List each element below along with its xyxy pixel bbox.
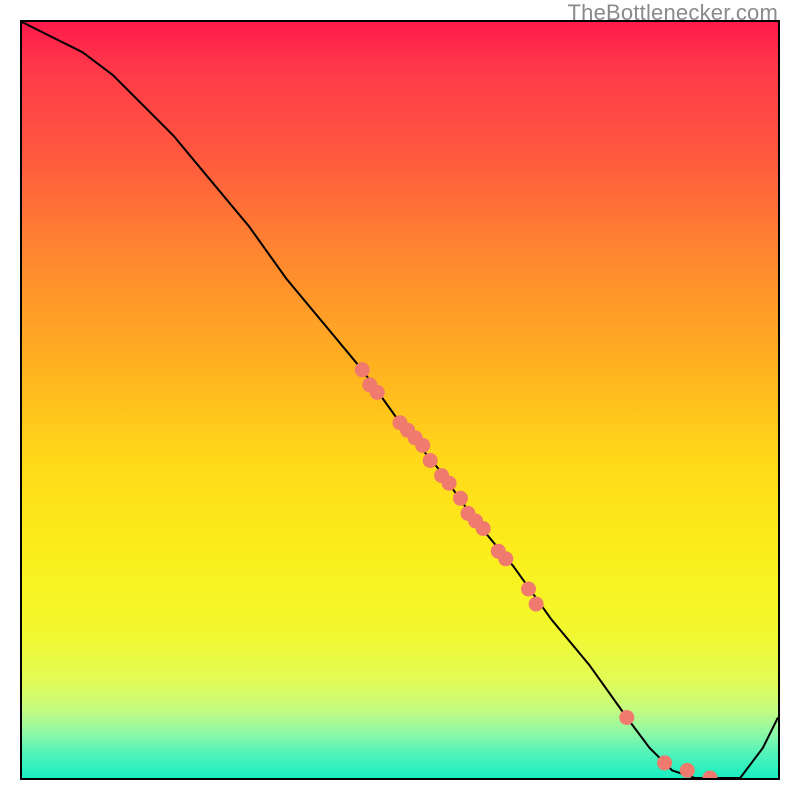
scatter-points (355, 362, 718, 778)
data-point (529, 597, 544, 612)
data-point (657, 755, 672, 770)
data-point (453, 491, 468, 506)
data-point (619, 710, 634, 725)
data-point (415, 438, 430, 453)
data-point (355, 362, 370, 377)
data-point (423, 453, 438, 468)
bottleneck-chart: TheBottlenecker.com (0, 0, 800, 800)
chart-svg (22, 22, 778, 778)
data-point (498, 551, 513, 566)
plot-area (20, 20, 780, 780)
bottleneck-curve-line (22, 22, 778, 778)
data-point (521, 582, 536, 597)
data-point (442, 476, 457, 491)
data-point (370, 385, 385, 400)
data-point (680, 763, 695, 778)
data-point (476, 521, 491, 536)
data-point (703, 771, 718, 779)
